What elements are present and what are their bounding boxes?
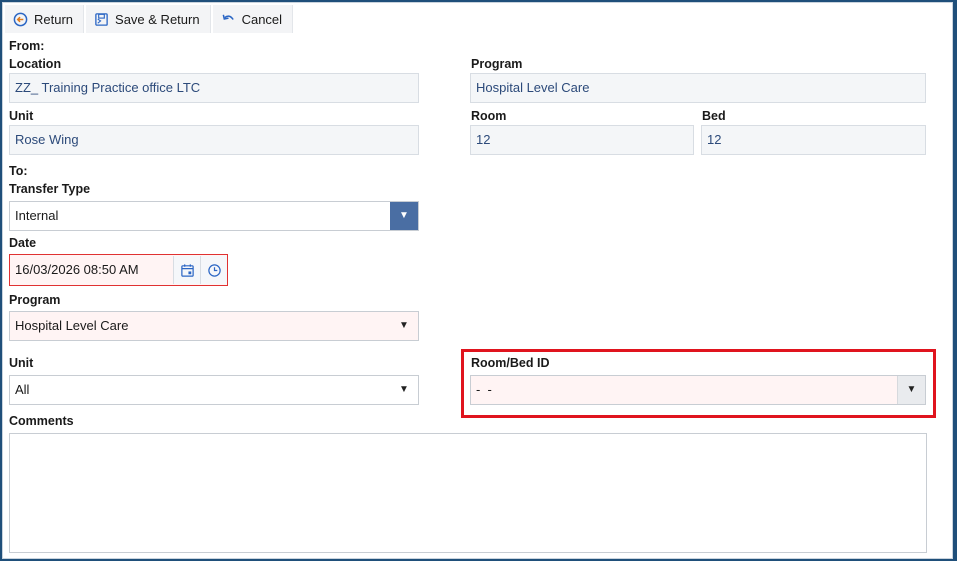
to-program-label: Program	[9, 293, 61, 307]
from-room-field: 12	[470, 125, 694, 155]
transfer-type-label: Transfer Type	[9, 182, 91, 196]
comments-field[interactable]	[9, 433, 927, 553]
from-room-label: Room	[471, 109, 507, 123]
save-return-button[interactable]: Save & Return	[86, 5, 211, 33]
clock-icon[interactable]	[200, 256, 227, 284]
from-program-field: Hospital Level Care	[470, 73, 926, 103]
from-location-label: Location	[9, 57, 62, 71]
to-unit-value: All	[15, 382, 30, 397]
chevron-down-icon[interactable]: ▼	[390, 376, 418, 404]
transfer-form-window: Return Save & Return Cancel From: Locati…	[2, 2, 953, 559]
room-bed-select[interactable]: - - ▼	[470, 375, 926, 405]
date-field[interactable]: 16/03/2026 08:50 AM	[9, 254, 228, 286]
to-heading: To:	[9, 164, 28, 178]
to-program-value: Hospital Level Care	[15, 318, 129, 333]
return-icon	[13, 12, 28, 26]
to-unit-select[interactable]: All ▼	[9, 375, 419, 405]
toolbar: Return Save & Return Cancel	[3, 3, 952, 35]
to-unit-label: Unit	[9, 356, 34, 370]
from-bed-label: Bed	[702, 109, 726, 123]
to-program-select[interactable]: Hospital Level Care ▼	[9, 311, 419, 341]
chevron-down-icon[interactable]: ▼	[390, 312, 418, 340]
from-location-field: ZZ_ Training Practice office LTC	[9, 73, 419, 103]
room-bed-value: - -	[476, 382, 492, 397]
from-heading: From:	[9, 39, 45, 53]
from-program-label: Program	[471, 57, 523, 71]
save-icon	[95, 12, 108, 26]
date-value: 16/03/2026 08:50 AM	[15, 262, 139, 277]
comments-label: Comments	[9, 414, 74, 428]
return-button[interactable]: Return	[5, 5, 85, 33]
save-return-label: Save & Return	[115, 11, 200, 27]
chevron-down-icon[interactable]: ▼	[390, 202, 418, 230]
room-bed-label: Room/Bed ID	[471, 356, 550, 370]
undo-icon	[222, 14, 234, 20]
calendar-icon[interactable]	[173, 256, 200, 284]
from-unit-field: Rose Wing	[9, 125, 419, 155]
from-unit-label: Unit	[9, 109, 34, 123]
cancel-button[interactable]: Cancel	[212, 5, 294, 33]
cancel-label: Cancel	[241, 11, 283, 27]
return-label: Return	[34, 11, 74, 27]
from-bed-field: 12	[701, 125, 926, 155]
transfer-type-value: Internal	[15, 208, 59, 223]
date-label: Date	[9, 236, 37, 250]
chevron-down-icon[interactable]: ▼	[897, 376, 925, 404]
transfer-type-select[interactable]: Internal ▼	[9, 201, 419, 231]
